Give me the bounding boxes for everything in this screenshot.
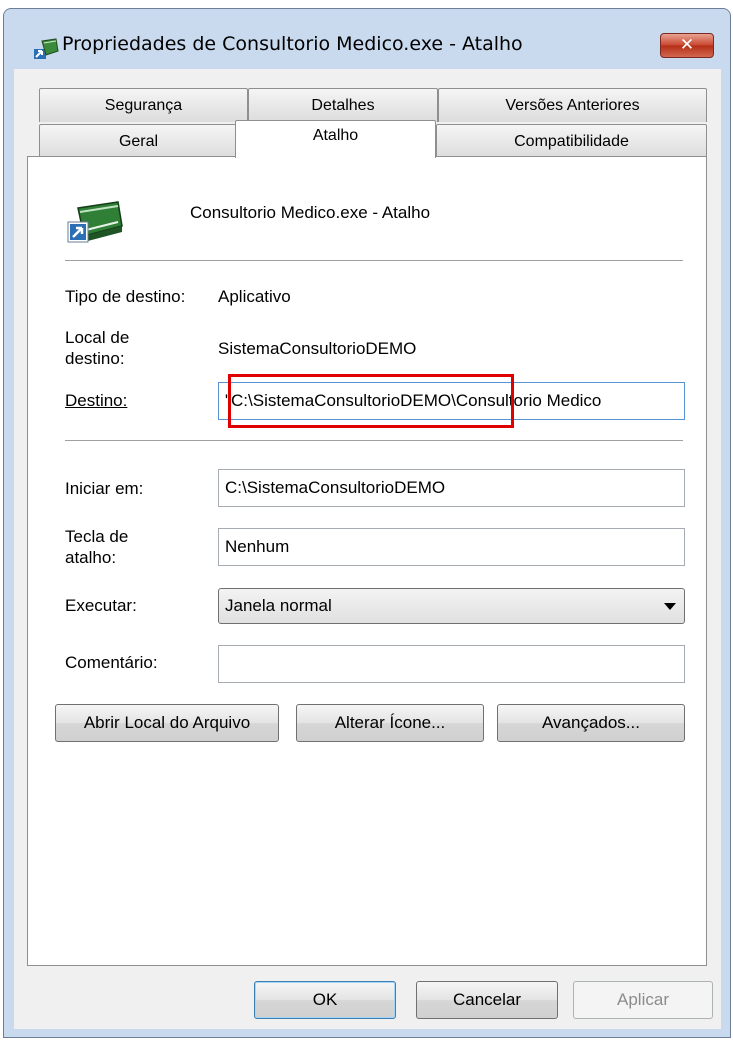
title-bar[interactable]: Propriedades de Consultorio Medico.exe -… bbox=[4, 9, 730, 77]
run-select-value: Janela normal bbox=[225, 596, 332, 615]
tab-atalho[interactable]: Atalho bbox=[235, 120, 436, 158]
cancel-button[interactable]: Cancelar bbox=[416, 981, 558, 1019]
target-location-value: SistemaConsultorioDEMO bbox=[218, 339, 417, 358]
open-file-location-button[interactable]: Abrir Local do Arquivo bbox=[55, 704, 279, 742]
highlight-box bbox=[228, 374, 514, 428]
chevron-down-icon bbox=[664, 603, 676, 610]
hotkey-label-line1: Tecla de bbox=[65, 527, 129, 546]
hotkey-input[interactable]: Nenhum bbox=[218, 528, 685, 566]
close-icon: ✕ bbox=[679, 35, 695, 55]
target-label: Destino: bbox=[65, 391, 127, 411]
close-button[interactable]: ✕ bbox=[660, 33, 714, 58]
hotkey-label-line2: atalho: bbox=[65, 548, 117, 567]
window-title: Propriedades de Consultorio Medico.exe -… bbox=[62, 33, 523, 55]
tab-seguranca[interactable]: Segurança bbox=[39, 88, 248, 122]
start-in-label: Iniciar em: bbox=[65, 479, 144, 498]
tab-detalhes[interactable]: Detalhes bbox=[248, 88, 438, 122]
change-icon-button[interactable]: Alterar Ícone... bbox=[296, 704, 484, 742]
target-label-text: Destino: bbox=[65, 391, 128, 410]
target-type-label: Tipo de destino: bbox=[65, 287, 186, 306]
tab-geral[interactable]: Geral bbox=[39, 124, 238, 158]
shortcut-name: Consultorio Medico.exe - Atalho bbox=[190, 203, 431, 222]
apply-button[interactable]: Aplicar bbox=[573, 981, 713, 1019]
comment-input[interactable] bbox=[218, 645, 685, 683]
separator-top bbox=[65, 260, 683, 261]
run-select[interactable]: Janela normal bbox=[218, 588, 685, 624]
run-label: Executar: bbox=[65, 596, 137, 615]
start-in-input[interactable]: C:\SistemaConsultorioDEMO bbox=[218, 469, 685, 507]
comment-label: Comentário: bbox=[65, 653, 158, 672]
ok-button[interactable]: OK bbox=[254, 981, 396, 1019]
target-type-value: Aplicativo bbox=[218, 287, 291, 306]
separator-middle bbox=[65, 440, 683, 441]
shortcut-properties-icon bbox=[34, 38, 59, 59]
tab-versoes-anteriores[interactable]: Versões Anteriores bbox=[438, 88, 707, 122]
target-location-label-line1: Local de bbox=[65, 328, 130, 347]
application-shortcut-icon bbox=[67, 201, 123, 243]
tab-compatibilidade[interactable]: Compatibilidade bbox=[436, 124, 707, 158]
target-location-label-line2: destino: bbox=[65, 349, 125, 368]
advanced-button[interactable]: Avançados... bbox=[497, 704, 685, 742]
